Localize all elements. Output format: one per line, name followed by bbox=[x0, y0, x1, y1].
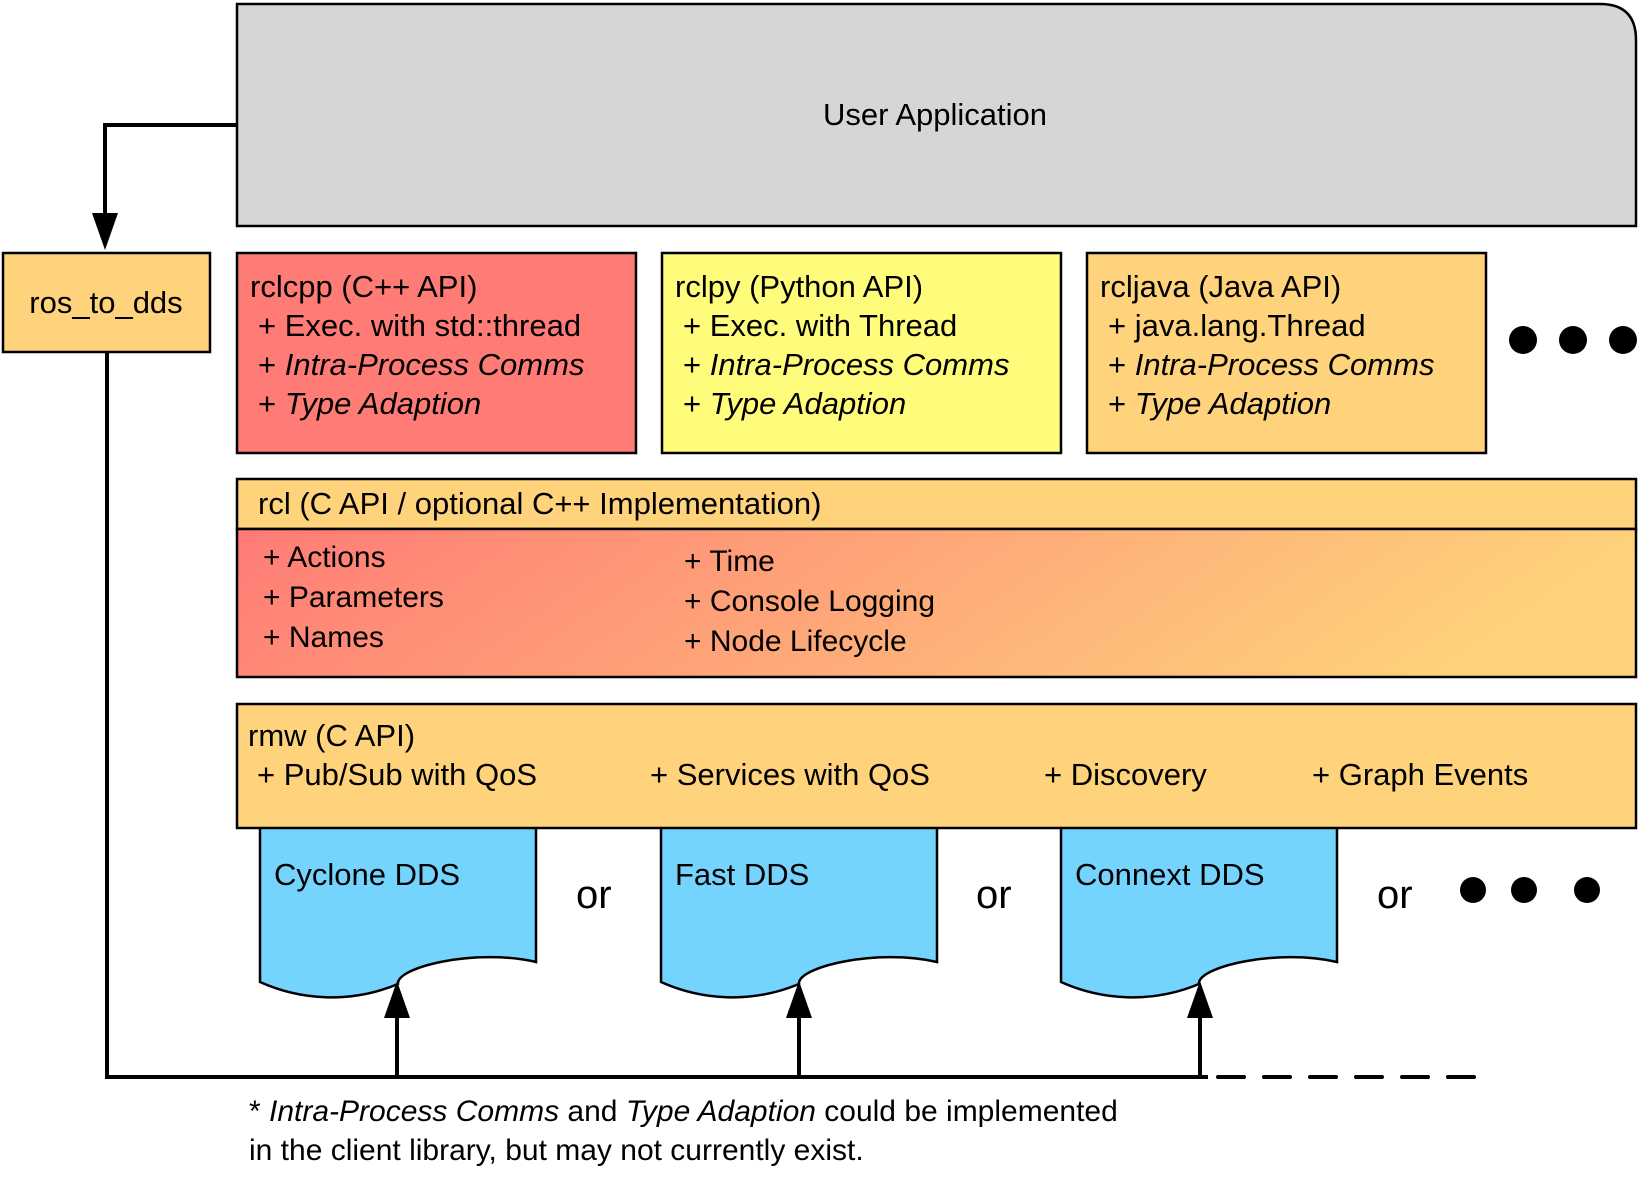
client-libraries: rclcpp (C++ API)+ Exec. with std::thread… bbox=[235, 251, 1488, 455]
rcl-title: rcl (C API / optional C++ Implementation… bbox=[258, 486, 821, 521]
ellipsis-dot bbox=[1559, 326, 1587, 354]
ros2-architecture-diagram: User Application ros_to_dds rclcpp (C++ … bbox=[1, 2, 1638, 1167]
rmw-layer: rmw (C API) + Pub/Sub with QoS + Service… bbox=[235, 702, 1638, 830]
ros-to-dds-node: ros_to_dds bbox=[1, 251, 212, 354]
dds-implementation: Cyclone DDS bbox=[258, 824, 538, 999]
rmw-item-services: + Services with QoS bbox=[650, 757, 930, 792]
more-dds-ellipsis bbox=[1460, 877, 1600, 903]
rcl-item: + Node Lifecycle bbox=[684, 625, 907, 658]
rcl-body bbox=[235, 527, 1638, 679]
ellipsis-dot bbox=[1509, 326, 1537, 354]
client-library-rclcpp: rclcpp (C++ API)+ Exec. with std::thread… bbox=[235, 251, 638, 455]
rmw-title: rmw (C API) bbox=[248, 718, 415, 753]
dds-implementation: Fast DDS bbox=[659, 824, 939, 999]
client-library-title: rcljava (Java API) bbox=[1100, 269, 1341, 304]
footnote-emphasis: Type Adaption bbox=[626, 1095, 816, 1128]
ros-to-dds-label: ros_to_dds bbox=[29, 285, 182, 320]
dds-implementation-label: Cyclone DDS bbox=[274, 857, 460, 892]
rcl-item: + Parameters bbox=[263, 581, 444, 614]
client-library-rclpy: rclpy (Python API) + Exec. with Thread + I… bbox=[660, 251, 1063, 455]
footnote-text: could be implemented bbox=[816, 1095, 1118, 1128]
client-library-feature: + java.lang.Thread bbox=[1108, 308, 1366, 343]
client-library-feature: + Intra-Process Comms bbox=[258, 347, 584, 382]
ellipsis-dot bbox=[1511, 877, 1537, 903]
footnote-line-2: in the client library, but may not curre… bbox=[249, 1134, 864, 1167]
ellipsis-dot bbox=[1609, 326, 1637, 354]
or-separator: or bbox=[1377, 873, 1413, 917]
footnote-text: * bbox=[249, 1095, 269, 1128]
user-application-label: User Application bbox=[823, 97, 1047, 132]
client-library-feature: + Type Adaption bbox=[1108, 386, 1331, 421]
dds-document-shape bbox=[1059, 824, 1339, 999]
footnote-line-1: * Intra-Process Comms and Type Adaption … bbox=[249, 1095, 1118, 1128]
rmw-item-pubsub: + Pub/Sub with QoS bbox=[257, 757, 537, 792]
or-separator: or bbox=[576, 873, 612, 917]
dds-implementation-label: Connext DDS bbox=[1075, 857, 1265, 892]
footnote-emphasis: Intra-Process Comms bbox=[269, 1095, 559, 1128]
ellipsis-dot bbox=[1574, 877, 1600, 903]
footnote: * Intra-Process Comms and Type Adaption … bbox=[249, 1095, 1118, 1167]
user-application-layer: User Application bbox=[235, 2, 1638, 228]
arrow-down-icon bbox=[92, 213, 118, 250]
dds-implementation-label: Fast DDS bbox=[675, 857, 809, 892]
dds-implementations: Cyclone DDS Fast DDS Connext DDS bbox=[258, 824, 1339, 999]
client-library-rcljava: rcljava (Java API) + java.lang.Thread + In… bbox=[1085, 251, 1488, 455]
dds-implementation: Connext DDS bbox=[1059, 824, 1339, 999]
client-library-feature: + Type Adaption bbox=[683, 386, 906, 421]
client-library-feature: + Intra-Process Comms bbox=[1108, 347, 1434, 382]
client-library-feature: + Exec. with std::thread bbox=[258, 308, 581, 343]
dds-document-shape bbox=[258, 824, 538, 999]
client-library-feature: + Intra-Process Comms bbox=[683, 347, 1009, 382]
rmw-item-discovery: + Discovery bbox=[1044, 757, 1207, 792]
ellipsis-dot bbox=[1460, 877, 1486, 903]
dds-document-shape bbox=[659, 824, 939, 999]
client-library-feature: + Type Adaption bbox=[258, 386, 481, 421]
rmw-item-graph-events: + Graph Events bbox=[1312, 757, 1528, 792]
rcl-item: + Console Logging bbox=[684, 585, 935, 618]
user-app-to-ros-to-dds-connector bbox=[103, 123, 237, 225]
rcl-item: + Actions bbox=[263, 541, 386, 574]
rcl-item: + Time bbox=[684, 545, 775, 578]
client-library-title: rclcpp (C++ API) bbox=[250, 269, 477, 304]
bus-to-dds-arrows bbox=[384, 981, 1213, 1077]
more-client-libraries-ellipsis bbox=[1509, 326, 1637, 354]
client-library-feature: + Exec. with Thread bbox=[683, 308, 957, 343]
rcl-layer: rcl (C API / optional C++ Implementation… bbox=[235, 477, 1638, 679]
rcl-item: + Names bbox=[263, 621, 384, 654]
client-library-title: rclpy (Python API) bbox=[675, 269, 923, 304]
footnote-text: and bbox=[559, 1095, 626, 1128]
or-separator: or bbox=[976, 873, 1012, 917]
